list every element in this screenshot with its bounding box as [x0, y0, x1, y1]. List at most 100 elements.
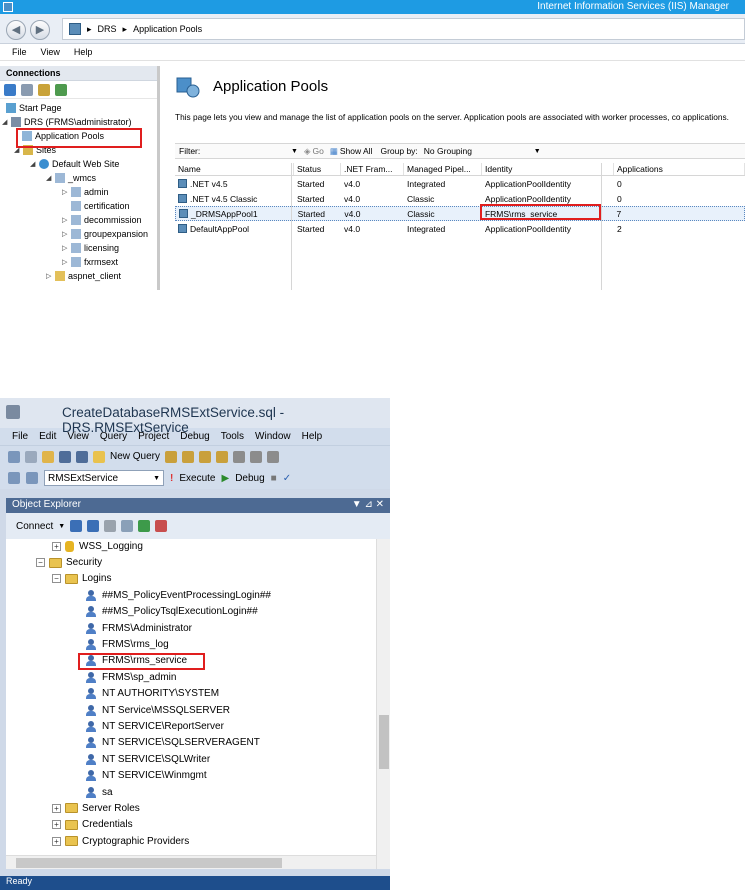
connect-icon[interactable]: [8, 472, 20, 484]
col-applications[interactable]: Applications: [614, 163, 745, 175]
expand-icon[interactable]: +: [52, 803, 61, 813]
group-by-select[interactable]: No Grouping: [424, 146, 534, 156]
connect-button[interactable]: Connect: [16, 521, 53, 532]
activity-monitor-icon[interactable]: [155, 520, 168, 532]
tree-item-server[interactable]: ◢ DRS (FRMS\administrator): [0, 115, 157, 129]
tree-item-credentials[interactable]: + Credentials: [6, 817, 376, 833]
login-item[interactable]: FRMS\rms_log: [6, 636, 376, 652]
open-folder-icon[interactable]: [42, 450, 54, 463]
filter-dropdown-icon[interactable]: ▼: [291, 148, 298, 155]
expand-icon[interactable]: +: [52, 820, 61, 830]
stop-icon[interactable]: ■: [271, 473, 277, 484]
connect-server-icon[interactable]: [70, 520, 83, 532]
paste-icon[interactable]: [267, 450, 280, 463]
group-by-dropdown-icon[interactable]: ▼: [534, 148, 541, 155]
expand-icon[interactable]: ▷: [62, 188, 71, 196]
breadcrumb-server[interactable]: DRS: [98, 24, 117, 34]
change-connection-icon[interactable]: [26, 472, 38, 484]
filter-input[interactable]: [209, 145, 291, 157]
table-row[interactable]: .NET v4.5 Classic Started v4.0 Classic A…: [175, 191, 745, 206]
login-item[interactable]: NT SERVICE\SQLSERVERAGENT: [6, 735, 376, 751]
tree-item-certification[interactable]: certification: [0, 199, 157, 213]
new-project-icon[interactable]: [8, 450, 20, 463]
refresh-icon[interactable]: [138, 520, 151, 532]
col-managed-pipeline[interactable]: Managed Pipel...: [404, 163, 482, 175]
login-item[interactable]: FRMS\sp_admin: [6, 669, 376, 685]
expand-icon[interactable]: ▷: [62, 244, 71, 252]
database-engine-query-icon[interactable]: [165, 450, 178, 463]
expand-icon[interactable]: +: [52, 541, 61, 551]
expand-icon[interactable]: +: [52, 836, 61, 846]
login-item[interactable]: ##MS_PolicyEventProcessingLogin##: [6, 587, 376, 603]
cut-icon[interactable]: [233, 450, 246, 463]
horizontal-scrollbar[interactable]: [6, 855, 376, 869]
scrollbar-thumb[interactable]: [379, 715, 389, 769]
tree-item-aspnet-client[interactable]: ▷ aspnet_client: [0, 269, 157, 283]
tree-item-licensing[interactable]: ▷ licensing: [0, 241, 157, 255]
copy-icon[interactable]: [250, 450, 263, 463]
menu-help[interactable]: Help: [74, 47, 93, 57]
col-identity[interactable]: Identity: [482, 163, 614, 175]
menu-file[interactable]: File: [12, 431, 28, 442]
analysis-query-icon[interactable]: [182, 450, 195, 463]
add-item-icon[interactable]: [25, 450, 37, 463]
expand-icon[interactable]: ▷: [46, 272, 55, 280]
expand-icon[interactable]: ▷: [62, 258, 71, 266]
login-item[interactable]: NT SERVICE\SQLWriter: [6, 751, 376, 767]
tree-item-wss-logging[interactable]: + WSS_Logging: [6, 539, 376, 554]
scrollbar-thumb[interactable]: [16, 858, 282, 868]
col-name[interactable]: Name: [175, 163, 294, 175]
breadcrumb-app-pools[interactable]: Application Pools: [133, 24, 202, 34]
col-status[interactable]: Status: [294, 163, 341, 175]
xmla-query-icon[interactable]: [216, 450, 229, 463]
new-query-button[interactable]: New Query: [110, 451, 160, 462]
filter-icon[interactable]: [121, 520, 134, 532]
expand-icon[interactable]: ▷: [62, 216, 71, 224]
connect-icon[interactable]: [4, 83, 16, 96]
database-select[interactable]: RMSExtService ▼: [44, 470, 164, 486]
login-item[interactable]: NT SERVICE\Winmgmt: [6, 767, 376, 783]
tree-item-logins[interactable]: − Logins: [6, 571, 376, 587]
refresh-icon[interactable]: [55, 83, 67, 96]
col-net-framework[interactable]: .NET Fram...: [341, 163, 404, 175]
collapse-icon[interactable]: ◢: [46, 174, 55, 182]
menu-edit[interactable]: Edit: [39, 431, 56, 442]
table-row[interactable]: DefaultAppPool Started v4.0 Integrated A…: [175, 221, 745, 236]
menu-view[interactable]: View: [41, 47, 60, 57]
tree-item-decommission[interactable]: ▷ decommission: [0, 213, 157, 227]
menu-file[interactable]: File: [12, 47, 27, 57]
save-icon[interactable]: [59, 450, 71, 463]
tree-item-fxrmsext[interactable]: ▷ fxrmsext: [0, 255, 157, 269]
collapse-icon[interactable]: ◢: [2, 118, 11, 126]
tree-item-wmcs[interactable]: ◢ _wmcs: [0, 171, 157, 185]
login-item[interactable]: sa: [6, 784, 376, 800]
login-item[interactable]: NT Service\MSSQLSERVER: [6, 702, 376, 718]
tree-item-groupexpansion[interactable]: ▷ groupexpansion: [0, 227, 157, 241]
show-all-button[interactable]: Show All: [340, 146, 373, 156]
save-icon[interactable]: [21, 83, 33, 96]
tree-item-start-page[interactable]: Start Page: [0, 101, 157, 115]
save-all-icon[interactable]: [76, 450, 88, 463]
login-item[interactable]: NT SERVICE\ReportServer: [6, 718, 376, 734]
login-item[interactable]: FRMS\Administrator: [6, 620, 376, 636]
tree-item-admin[interactable]: ▷ admin: [0, 185, 157, 199]
pin-icon[interactable]: ▼ ⊿ ✕: [352, 499, 384, 510]
login-item[interactable]: NT AUTHORITY\SYSTEM: [6, 686, 376, 702]
go-button[interactable]: Go: [312, 146, 323, 156]
vertical-scrollbar[interactable]: [376, 539, 390, 869]
parse-icon[interactable]: ✓: [283, 473, 291, 484]
back-arrow-icon[interactable]: ◀: [6, 20, 26, 40]
expand-icon[interactable]: ▷: [62, 230, 71, 238]
collapse-icon[interactable]: −: [52, 574, 61, 584]
table-row[interactable]: .NET v4.5 Started v4.0 Integrated Applic…: [175, 176, 745, 191]
tree-item-crypto-providers[interactable]: + Cryptographic Providers: [6, 833, 376, 849]
tree-item-default-site[interactable]: ◢ Default Web Site: [0, 157, 157, 171]
execute-button[interactable]: Execute: [179, 473, 215, 484]
stop-icon[interactable]: [104, 520, 117, 532]
folder-up-icon[interactable]: [38, 83, 50, 96]
mdx-query-icon[interactable]: [199, 450, 212, 463]
breadcrumb[interactable]: ▸ DRS ▸ Application Pools: [62, 18, 745, 40]
tree-item-security[interactable]: − Security: [6, 554, 376, 570]
collapse-icon[interactable]: ◢: [30, 160, 39, 168]
tree-item-server-roles[interactable]: + Server Roles: [6, 800, 376, 816]
